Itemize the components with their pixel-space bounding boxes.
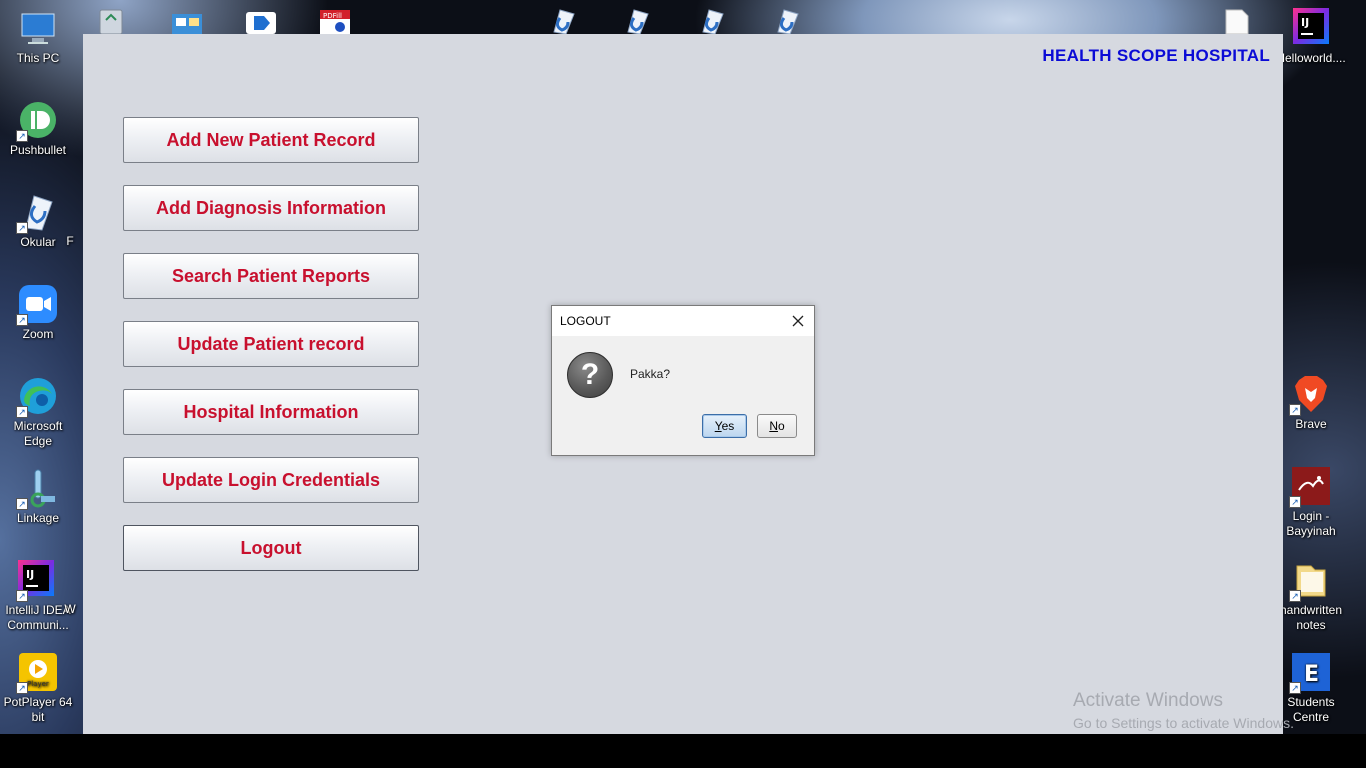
yes-button[interactable]: Yes: [702, 414, 747, 438]
shortcut-arrow-icon: ↗: [16, 314, 28, 326]
desktop-icon-label: Pushbullet: [9, 143, 67, 157]
svg-text:IJ: IJ: [26, 568, 34, 581]
no-label-rest: o: [777, 419, 785, 433]
update-patient-record-button[interactable]: Update Patient record: [123, 321, 419, 367]
shortcut-arrow-icon: ↗: [1289, 496, 1301, 508]
desktop-icon-label: Login - Bayyinah: [1286, 509, 1336, 538]
desktop-icon-brave[interactable]: ↗ Brave: [1273, 374, 1349, 432]
desktop-icon-label: handwritten notes: [1279, 603, 1343, 632]
question-icon: ?: [567, 352, 613, 398]
okular-icon: ↗: [16, 192, 58, 234]
desktop-icon-label: Microsoft Edge: [13, 419, 63, 448]
pushbullet-icon: ↗: [16, 100, 58, 142]
yes-mnemonic: Y: [714, 419, 722, 433]
desktop-icon-edge[interactable]: ↗ Microsoft Edge: [0, 376, 76, 449]
logout-dialog: LOGOUT ? Pakka? Yes No: [551, 305, 815, 456]
logout-button[interactable]: Logout: [123, 525, 419, 571]
dialog-titlebar[interactable]: LOGOUT: [552, 306, 814, 336]
add-diagnosis-information-button[interactable]: Add Diagnosis Information: [123, 185, 419, 231]
shortcut-arrow-icon: ↗: [16, 590, 28, 602]
desktop-icon-bayyinah[interactable]: ↗ Login - Bayyinah: [1273, 466, 1349, 539]
svg-text:PDFill: PDFill: [323, 12, 342, 20]
add-new-patient-record-button[interactable]: Add New Patient Record: [123, 117, 419, 163]
shortcut-arrow-icon: ↗: [1289, 682, 1301, 694]
desktop-icon-label: Helloworld....: [1276, 51, 1346, 65]
okular-shortcut-icon-1[interactable]: [546, 6, 580, 35]
shortcut-arrow-icon: ↗: [16, 222, 28, 234]
folder-icon: ↗: [1289, 560, 1331, 602]
shortcut-arrow-icon: ↗: [16, 406, 28, 418]
desktop-icon-linkage[interactable]: ↗ Linkage: [0, 468, 76, 526]
desktop-icon-label: Linkage: [16, 511, 60, 525]
dialog-message: Pakka?: [630, 367, 671, 381]
hospital-information-button[interactable]: Hospital Information: [123, 389, 419, 435]
no-button[interactable]: No: [757, 414, 797, 438]
hospital-title: HEALTH SCOPE HOSPITAL: [1042, 46, 1270, 65]
close-icon[interactable]: [788, 311, 808, 331]
okular-shortcut-icon-4[interactable]: [770, 6, 804, 35]
shortcut-arrow-icon: ↗: [1289, 590, 1301, 602]
desktop-icon-label: Brave: [1295, 417, 1327, 431]
desktop-icon-label: This PC: [16, 51, 60, 65]
this-pc-icon: [18, 8, 58, 48]
intellij-file-icon: IJ: [1291, 8, 1331, 48]
shortcut-arrow-icon: ↗: [1289, 404, 1301, 416]
activate-windows-subtext: Go to Settings to activate Windows.: [1073, 715, 1294, 731]
desktop-icon-zoom[interactable]: ↗ Zoom: [0, 284, 76, 342]
desktop-icon-label: Zoom: [22, 327, 54, 341]
desktop-icon-handwritten-notes[interactable]: ↗ handwritten notes: [1273, 560, 1349, 633]
activate-windows-watermark: Activate Windows: [1073, 690, 1223, 711]
students-centre-icon: E ↗: [1289, 652, 1331, 694]
desktop-icon-helloworld[interactable]: IJ Helloworld....: [1273, 8, 1349, 66]
svg-text:Player: Player: [27, 680, 49, 688]
desktop-icon-label: PotPlayer 64 bit: [3, 695, 73, 724]
desktop-icon-intellij[interactable]: IJ ↗ IntelliJ IDEA Communi...: [0, 560, 76, 633]
shortcut-arrow-icon: ↗: [16, 682, 28, 694]
taskbar: [0, 734, 1366, 768]
recycle-bin-icon[interactable]: [94, 6, 128, 35]
no-mnemonic: N: [769, 419, 778, 433]
desktop-icon-this-pc[interactable]: This PC: [0, 8, 76, 66]
potplayer-icon: Player ↗: [16, 652, 58, 694]
shortcut-arrow-icon: ↗: [16, 130, 28, 142]
edge-icon: ↗: [16, 376, 58, 418]
blank-file-icon[interactable]: [1220, 6, 1254, 35]
update-login-credentials-button[interactable]: Update Login Credentials: [123, 457, 419, 503]
brave-icon: ↗: [1289, 374, 1331, 416]
svg-text:E: E: [1304, 662, 1319, 687]
yes-label-rest: es: [721, 419, 735, 433]
pdffill-icon[interactable]: PDFill: [318, 6, 352, 34]
okular-shortcut-icon-3[interactable]: [695, 6, 729, 35]
bayyinah-icon: ↗: [1289, 466, 1331, 508]
okular-shortcut-icon-2[interactable]: [620, 6, 654, 35]
zoom-icon: ↗: [16, 284, 58, 326]
svg-text:IJ: IJ: [1301, 16, 1309, 29]
app-shortcut-icon[interactable]: [244, 6, 278, 34]
desktop-icon-potplayer[interactable]: Player ↗ PotPlayer 64 bit: [0, 652, 76, 725]
control-panel-icon[interactable]: [170, 6, 204, 34]
dialog-title: LOGOUT: [560, 314, 611, 328]
linkage-icon: ↗: [16, 468, 58, 510]
search-patient-reports-button[interactable]: Search Patient Reports: [123, 253, 419, 299]
desktop-icon-pushbullet[interactable]: ↗ Pushbullet: [0, 100, 76, 158]
shortcut-arrow-icon: ↗: [16, 498, 28, 510]
intellij-icon: IJ ↗: [16, 560, 58, 602]
